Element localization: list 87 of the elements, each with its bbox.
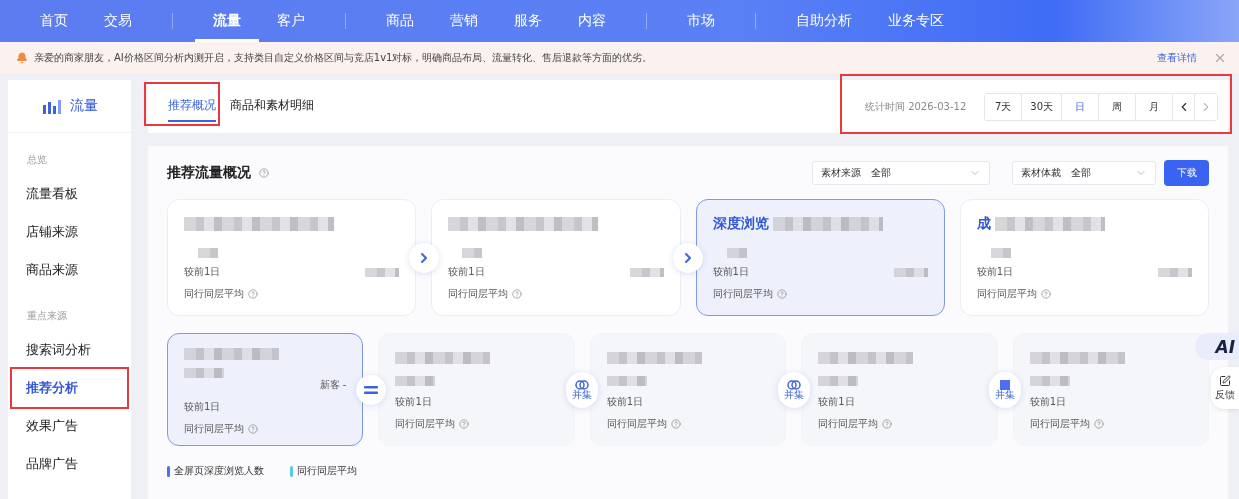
peer-label: 同行同层平均 xyxy=(976,287,1037,301)
redacted-text xyxy=(990,248,1011,258)
nav-tab[interactable]: 交易 xyxy=(86,0,150,42)
nav-tab[interactable]: 客户 xyxy=(259,0,323,42)
filter-select[interactable]: 素材来源 全部 xyxy=(812,161,990,185)
nav-tab[interactable]: 自助分析 xyxy=(778,0,870,42)
help-icon[interactable] xyxy=(776,289,787,299)
peer-label: 同行同层平均 xyxy=(184,422,244,436)
legend-label: 同行同层平均 xyxy=(297,464,357,478)
compare-label: 较前1日 xyxy=(184,265,221,279)
peer-label: 同行同层平均 xyxy=(184,287,244,301)
ai-assistant-button[interactable]: AI xyxy=(1195,333,1239,360)
redacted-text xyxy=(184,368,224,378)
card-title: 成 xyxy=(976,215,991,233)
help-icon[interactable] xyxy=(459,419,470,429)
bar-chart-icon xyxy=(41,98,62,114)
download-button[interactable]: 下载 xyxy=(1164,160,1209,186)
redacted-text xyxy=(395,376,436,386)
peer-label: 同行同层平均 xyxy=(606,417,667,431)
compare-label: 较前1日 xyxy=(606,395,645,409)
nav-tab[interactable]: 市场 xyxy=(669,0,733,42)
nav-tab[interactable]: 流量 xyxy=(195,0,259,42)
redacted-text xyxy=(606,376,647,386)
filter-select[interactable]: 素材体裁 全部 xyxy=(1012,161,1156,185)
redacted-text xyxy=(1158,267,1192,277)
sidebar-item[interactable]: 店铺来源 xyxy=(12,213,127,251)
metric-card[interactable]: 深度浏览 较前1日 同行同层平均 xyxy=(695,199,945,316)
sidebar-item[interactable]: 搜索词分析 xyxy=(12,331,127,369)
redacted-text xyxy=(462,248,483,258)
redacted-text xyxy=(818,376,859,386)
peer-label: 同行同层平均 xyxy=(448,287,509,301)
redacted-text xyxy=(198,248,218,258)
redacted-text xyxy=(893,267,928,277)
sidebar-item[interactable]: 推荐分析 xyxy=(12,369,127,407)
help-icon[interactable] xyxy=(248,424,258,434)
peer-label: 同行同层平均 xyxy=(395,417,456,431)
compare-label: 较前1日 xyxy=(976,265,1014,279)
sidebar-item[interactable]: 流量看板 xyxy=(12,175,127,213)
new-customer-label: 新客 - xyxy=(319,378,347,392)
group-label: 总览 xyxy=(26,153,48,167)
tab[interactable]: 推荐概况 xyxy=(168,91,216,122)
group-label: 重点来源 xyxy=(26,309,68,323)
sidebar-item[interactable]: 效果广告 xyxy=(12,407,127,445)
nav-tab[interactable]: 服务 xyxy=(496,0,560,42)
help-icon[interactable] xyxy=(882,419,893,429)
metric-card[interactable]: 新客 - 较前1日 同行同层平均 xyxy=(167,333,364,446)
details-link[interactable]: 查看详情 xyxy=(1157,50,1197,65)
help-icon[interactable] xyxy=(1040,289,1051,299)
redacted-text xyxy=(365,267,400,277)
metric-card[interactable]: 较前1日 同行同层平均 xyxy=(167,199,417,316)
help-icon[interactable] xyxy=(1093,419,1104,429)
metric-card[interactable]: 较前1日 同行同层平均 xyxy=(431,199,681,316)
period-button[interactable]: 7天 xyxy=(985,93,1023,120)
compare-label: 较前1日 xyxy=(184,400,222,414)
legend-label: 全屏页深度浏览人数 xyxy=(174,464,264,478)
help-icon[interactable] xyxy=(248,289,258,299)
nav-tab[interactable]: 首页 xyxy=(22,0,86,42)
compare-label: 较前1日 xyxy=(818,395,856,409)
peer-label: 同行同层平均 xyxy=(1029,417,1090,431)
peer-label: 同行同层平均 xyxy=(712,287,773,301)
card-title: 深度浏览 xyxy=(712,215,769,233)
help-icon[interactable] xyxy=(512,289,523,299)
help-icon[interactable] xyxy=(670,419,681,429)
sidebar-item[interactable]: 品牌广告 xyxy=(12,445,127,483)
compare-label: 较前1日 xyxy=(712,265,749,279)
help-icon[interactable] xyxy=(259,168,269,178)
edit-icon xyxy=(1219,374,1231,387)
notice-text: 亲爱的商家朋友，AI价格区间分析内测开启，支持类目自定义价格区间与竞店1v1对标，明确商品布局、流量转化、售后退款等方面的优劣。 xyxy=(34,50,654,65)
bell-icon xyxy=(16,51,28,64)
sidebar-title: 流量 xyxy=(69,97,98,115)
compare-label: 较前1日 xyxy=(395,395,433,409)
feedback-button[interactable]: 反馈 xyxy=(1211,367,1239,409)
nav-tab[interactable]: 商品 xyxy=(368,0,432,42)
nav-tab[interactable]: 营销 xyxy=(432,0,496,42)
tab[interactable]: 商品和素材明细 xyxy=(230,91,314,122)
nav-tab[interactable]: 内容 xyxy=(560,0,624,42)
section-title: 推荐流量概况 xyxy=(167,164,251,182)
sidebar-item[interactable]: 商品来源 xyxy=(12,251,127,289)
metric-card[interactable]: 成 较前1日 同行同层平均 xyxy=(959,199,1209,316)
compare-label: 较前1日 xyxy=(448,265,485,279)
stat-date: 统计时间 2026-03-12 xyxy=(864,99,967,114)
nav-tab[interactable]: 业务专区 xyxy=(870,0,962,42)
redacted-text xyxy=(1029,376,1070,386)
compare-label: 较前1日 xyxy=(1029,395,1067,409)
redacted-text xyxy=(629,267,664,277)
redacted-text xyxy=(726,248,747,258)
peer-label: 同行同层平均 xyxy=(818,417,879,431)
